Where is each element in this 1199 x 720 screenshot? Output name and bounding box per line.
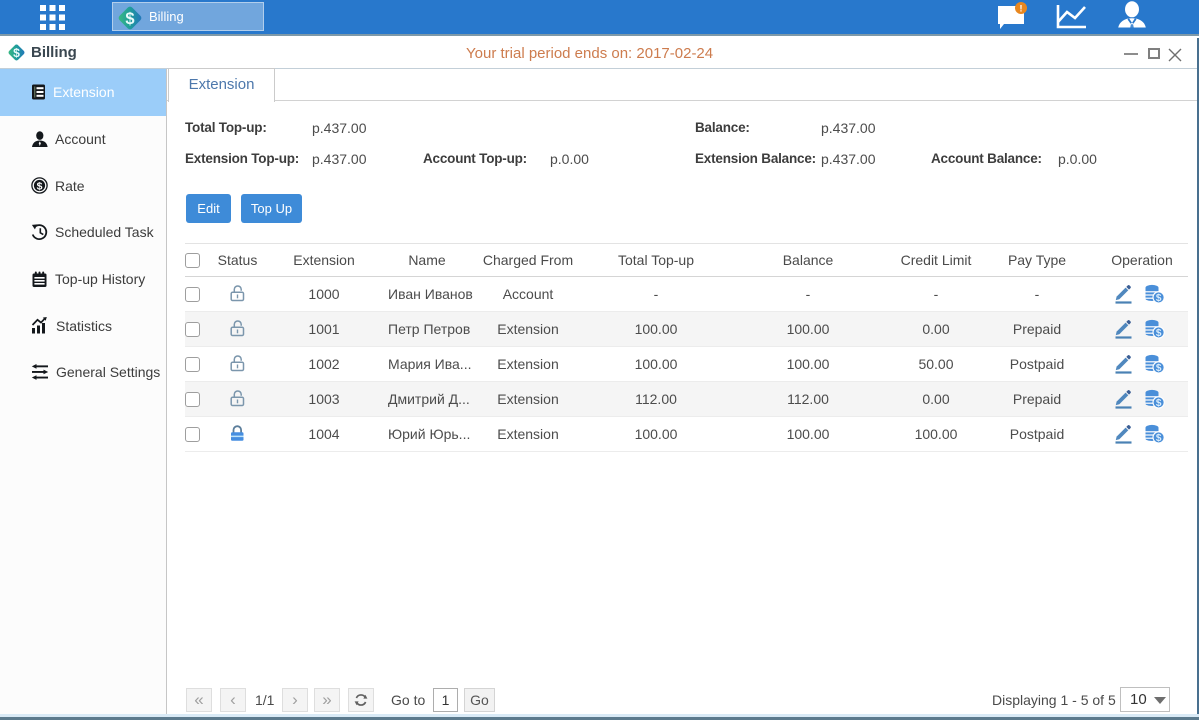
svg-text:$: $ [1156,363,1162,374]
svg-text:$: $ [13,46,20,60]
svg-text:!: ! [1020,4,1023,14]
svg-text:$: $ [37,181,43,193]
svg-text:$: $ [1156,433,1162,444]
svg-text:$: $ [1156,328,1162,339]
svg-text:$: $ [125,10,134,28]
svg-text:$: $ [1156,398,1162,409]
svg-text:$: $ [1156,293,1162,304]
